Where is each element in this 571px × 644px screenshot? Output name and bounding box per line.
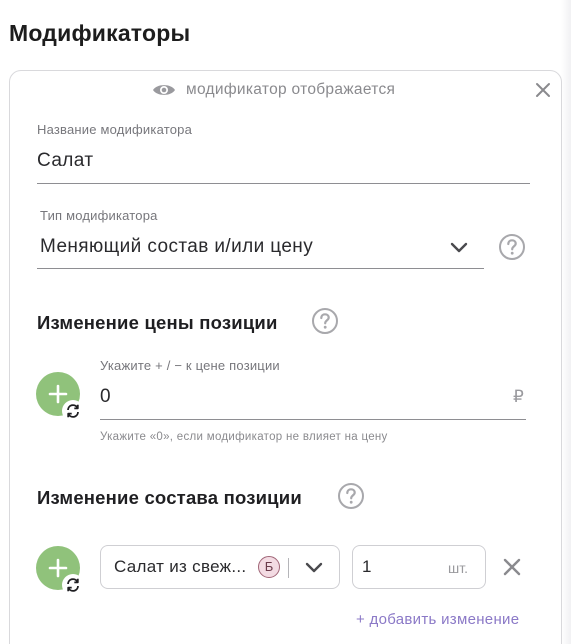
quantity-unit: шт. (448, 560, 468, 576)
panel-edge-shadow (561, 0, 571, 644)
quantity-input[interactable]: 1 шт. (352, 545, 486, 589)
page-title: Модификаторы (9, 20, 191, 46)
sync-icon (67, 404, 79, 418)
composition-item-label: Салат из свеж... (114, 557, 247, 576)
visibility-toggle[interactable]: модификатор отображается (152, 81, 395, 99)
price-input-label: Укажите + / − к цене позиции (100, 358, 280, 373)
help-icon[interactable] (498, 233, 526, 261)
price-input-underline (100, 419, 526, 420)
modifier-name-label: Название модификатора (37, 122, 193, 137)
sync-icon (67, 578, 79, 592)
modifier-type-underline (37, 268, 484, 269)
price-hint: Укажите «0», если модификатор не влияет … (100, 431, 388, 443)
composition-mode-toggle[interactable] (62, 574, 84, 596)
modifier-type-select[interactable]: Меняющий состав и/или цену (40, 236, 313, 258)
eye-icon (153, 85, 175, 95)
close-icon[interactable] (534, 81, 552, 99)
help-icon[interactable] (337, 482, 365, 510)
chevron-down-icon[interactable] (305, 562, 323, 574)
modifier-name-underline (37, 183, 530, 184)
modifier-card: модификатор отображается Название модифи… (9, 70, 562, 644)
visibility-label: модификатор отображается (186, 81, 396, 98)
item-type-badge: Б (258, 556, 280, 578)
select-divider (288, 558, 289, 578)
composition-change-title: Изменение состава позиции (37, 487, 302, 508)
help-icon[interactable] (311, 307, 339, 335)
currency-symbol: ₽ (513, 387, 524, 406)
price-sign-toggle[interactable] (62, 400, 84, 422)
quantity-value: 1 (362, 557, 372, 576)
price-change-title: Изменение цены позиции (37, 312, 278, 333)
modifier-name-input[interactable]: Салат (37, 150, 93, 172)
modifier-type-label: Тип модификатора (40, 208, 158, 223)
add-change-link[interactable]: + добавить изменение (356, 611, 519, 628)
chevron-down-icon[interactable] (450, 242, 468, 254)
price-input[interactable]: 0 (100, 386, 111, 408)
composition-item-select[interactable]: Салат из свеж... Б (100, 545, 340, 589)
close-icon[interactable] (502, 557, 522, 577)
